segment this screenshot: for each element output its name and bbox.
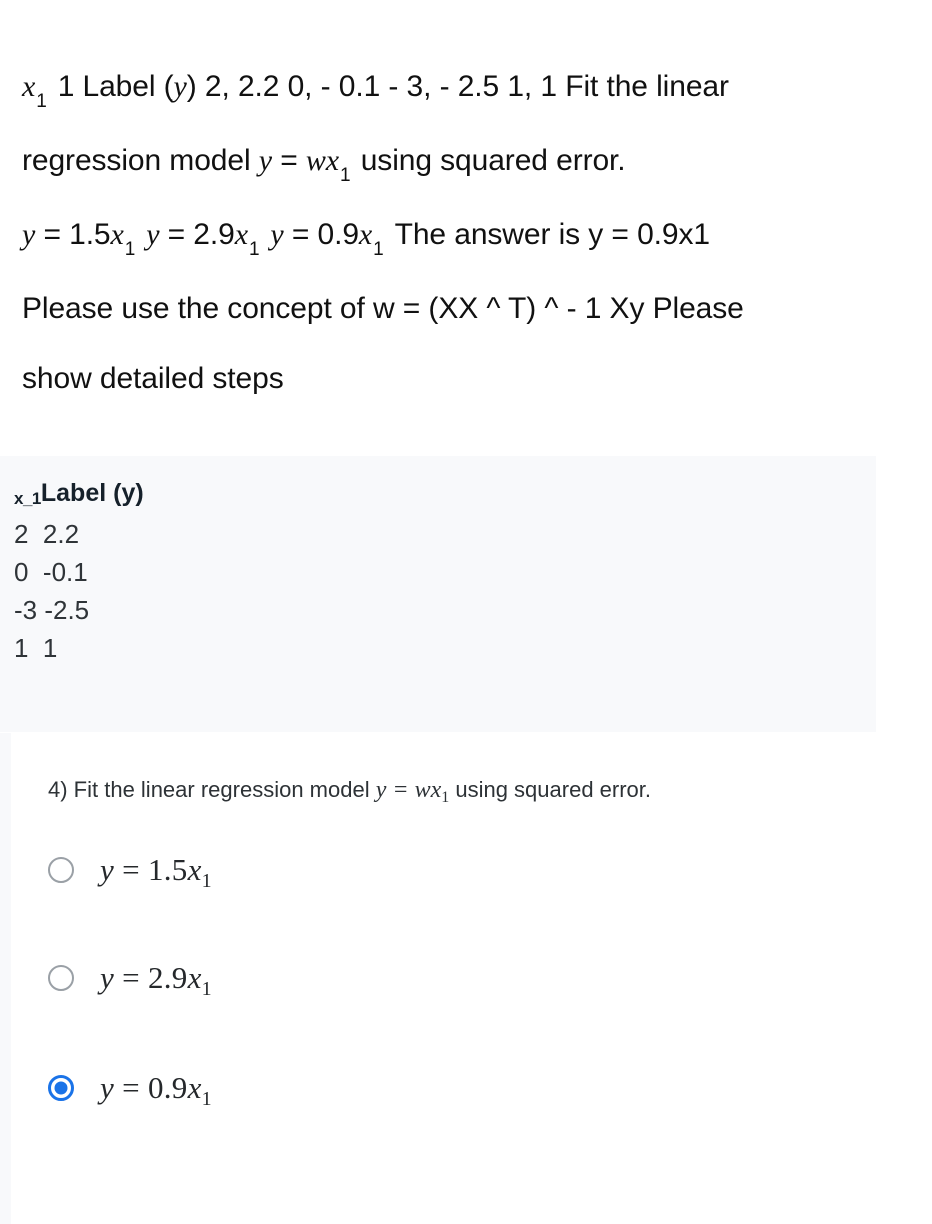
option-1-x: x [187, 852, 202, 887]
option-3-subscript: 1 [201, 1088, 212, 1110]
question-formula-equals: = [386, 777, 415, 803]
option-2-equals: = [114, 960, 148, 995]
prose-line-1-text-a: 1 Label ( [57, 70, 174, 103]
question-formula-subscript: 1 [441, 789, 450, 806]
question-formula-y: y [375, 777, 387, 803]
question-number: 4) [48, 777, 68, 802]
table-header-label: Label (y) [40, 479, 144, 507]
table-header-row: x_1Label (y) [14, 474, 144, 515]
expression-wx: wx [305, 144, 339, 177]
option-3-label: y = 0.9x1 [100, 1070, 212, 1110]
equals-sign: = [271, 144, 306, 177]
table-row: 2 2.2 [14, 519, 80, 549]
equation-1-body: = 1.5 [35, 218, 111, 251]
option-1-subscript: 1 [201, 870, 212, 892]
prose-line-4: Please use the concept of w = (XX ^ T) ^… [22, 292, 744, 325]
option-1-label: y = 1.5x1 [100, 852, 212, 892]
variable-x: x [22, 70, 36, 103]
radio-button-option-1[interactable] [48, 857, 74, 883]
option-2-y: y [100, 960, 115, 995]
option-1-coefficient: 1.5 [147, 852, 188, 887]
question-text-before: Fit the linear regression model [67, 777, 376, 802]
ocr-prose-block: x1 1 Label (y) 2, 2.2 0, - 0.1 - 3, - 2.5… [22, 52, 902, 414]
question-prompt: 4) Fit the linear regression model y = w… [48, 777, 652, 806]
variable-x: x [358, 218, 373, 251]
option-3-equals: = [114, 1070, 148, 1105]
question-formula-wx: wx [414, 777, 442, 803]
option-2-coefficient: 2.9 [147, 960, 188, 995]
table-header-x1: x_1 [14, 489, 41, 508]
option-row-3[interactable]: y = 0.9x1 [48, 1070, 212, 1110]
option-3-x: x [187, 1070, 202, 1105]
table-row: -3 -2.5 [14, 595, 90, 625]
subscript-1: 1 [248, 239, 260, 260]
subscript-1: 1 [124, 239, 136, 260]
radio-button-option-2[interactable] [48, 965, 74, 991]
option-3-coefficient: 0.9 [147, 1070, 188, 1105]
card-left-edge [0, 733, 11, 1224]
option-2-subscript: 1 [201, 978, 212, 1000]
prose-line-1: x1 1 Label (y) 2, 2.2 0, - 0.1 - 3, - 2.5… [22, 52, 902, 126]
variable-x: x [110, 218, 124, 251]
table-row: 1 1 [14, 633, 58, 663]
equation-2-body: = 2.9 [159, 218, 235, 251]
prose-line-5: show detailed steps [22, 362, 284, 395]
option-row-2[interactable]: y = 2.9x1 [48, 960, 212, 1000]
option-1-equals: = [114, 852, 148, 887]
prose-line-2-text-a: regression model [22, 144, 259, 177]
data-table-panel: x_1Label (y) 2 2.2 0 -0.1 -3 -2.5 1 1 [0, 456, 876, 732]
option-1-y: y [100, 852, 115, 887]
equation-3-body: = 0.9 [283, 218, 359, 251]
prose-line-2: regression model y = wx1 using squared e… [22, 126, 902, 200]
answer-statement: The answer is y = 0.9x1 [394, 218, 710, 251]
subscript-1: 1 [340, 165, 351, 186]
option-3-y: y [100, 1070, 115, 1105]
prose-line-1-text-b: ) 2, 2.2 0, - 0.1 - 3, - 2.5 1, 1 Fit th… [186, 70, 729, 103]
prose-line-3: y = 1.5x1 y = 2.9x1 y = 0.9x1 The answer is… [22, 200, 902, 274]
question-text-after: using squared error. [449, 777, 652, 802]
subscript-1: 1 [36, 91, 47, 112]
radio-button-option-3-selected[interactable] [48, 1075, 74, 1101]
variable-x: x [234, 218, 248, 251]
option-row-1[interactable]: y = 1.5x1 [48, 852, 212, 892]
prose-line-2-text-b: using squared error. [352, 144, 626, 177]
option-2-x: x [187, 960, 202, 995]
variable-y: y [270, 218, 284, 251]
option-2-label: y = 2.9x1 [100, 960, 212, 1000]
data-table: x_1Label (y) 2 2.2 0 -0.1 -3 -2.5 1 1 [14, 474, 144, 667]
variable-y: y [173, 70, 187, 103]
variable-y: y [258, 144, 272, 177]
subscript-1: 1 [373, 239, 384, 260]
variable-y: y [146, 218, 160, 251]
table-row: 0 -0.1 [14, 557, 88, 587]
variable-y: y [22, 218, 36, 251]
